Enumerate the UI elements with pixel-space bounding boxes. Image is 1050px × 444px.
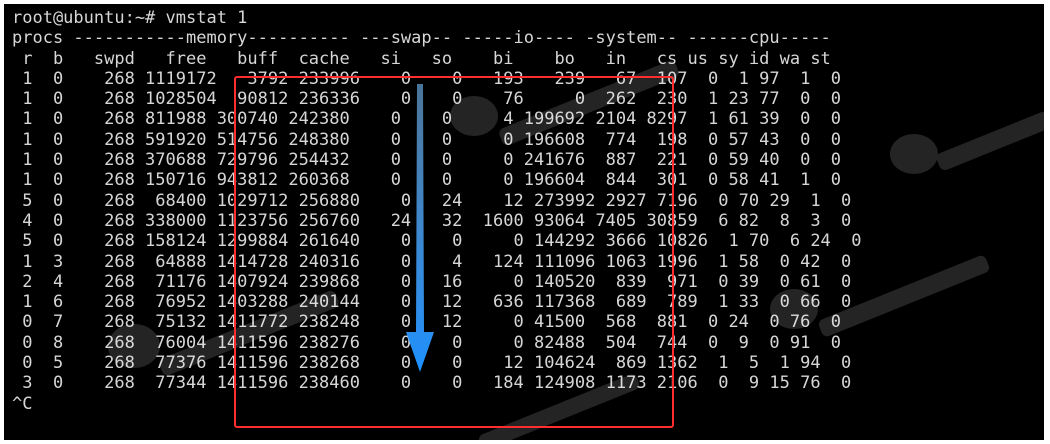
prompt-line: root@ubuntu:~# vmstat 1 bbox=[12, 8, 248, 28]
vmstat-row: 1 0 268 370688 729796 254432 0 0 0 24167… bbox=[12, 150, 842, 171]
terminal-window[interactable]: root@ubuntu:~# vmstat 1 procs -----------… bbox=[4, 4, 1044, 440]
vmstat-column-header: r b swpd free buff cache si so bi bo in … bbox=[12, 48, 831, 69]
vmstat-row: 1 3 268 64888 1414728 240316 0 4 124 111… bbox=[12, 251, 852, 272]
terminal-output: root@ubuntu:~# vmstat 1 procs -----------… bbox=[12, 8, 862, 414]
vmstat-row: 0 5 268 77376 1411596 238268 0 0 12 1046… bbox=[12, 353, 852, 374]
watermark-stroke bbox=[936, 111, 1044, 171]
vmstat-row: 0 7 268 75132 1411772 238248 0 12 0 4150… bbox=[12, 312, 842, 333]
vmstat-row: 5 0 268 158124 1299884 261640 0 0 0 1442… bbox=[12, 231, 862, 252]
watermark-logo-shape bbox=[890, 134, 938, 174]
vmstat-row: 1 6 268 76952 1403288 240144 0 12 636 11… bbox=[12, 292, 852, 313]
vmstat-row: 2 4 268 71176 1407924 239868 0 16 0 1405… bbox=[12, 271, 852, 292]
vmstat-row: 1 0 268 1119172 3792 233996 0 0 193 239 … bbox=[12, 68, 842, 89]
vmstat-row: 4 0 268 338000 1123756 256760 24 32 1600… bbox=[12, 210, 852, 231]
interrupt-line: ^C bbox=[12, 393, 33, 414]
vmstat-row: 1 0 268 150716 943812 260368 0 0 0 19660… bbox=[12, 170, 842, 191]
vmstat-row: 1 0 268 811988 300740 242380 0 0 4 19969… bbox=[12, 109, 842, 130]
vmstat-group-header: procs -----------memory---------- ---swa… bbox=[12, 28, 831, 49]
vmstat-row: 5 0 268 68400 1029712 256880 0 24 12 273… bbox=[12, 190, 852, 211]
vmstat-row: 1 0 268 1028504 90812 236336 0 0 76 0 26… bbox=[12, 89, 842, 110]
screenshot: root@ubuntu:~# vmstat 1 procs -----------… bbox=[0, 0, 1050, 444]
vmstat-row: 1 0 268 591920 514756 248380 0 0 0 19660… bbox=[12, 129, 842, 150]
vmstat-row: 0 8 268 76004 1411596 238276 0 0 0 82488… bbox=[12, 332, 842, 353]
vmstat-row: 3 0 268 77344 1411596 238460 0 0 184 124… bbox=[12, 373, 852, 394]
